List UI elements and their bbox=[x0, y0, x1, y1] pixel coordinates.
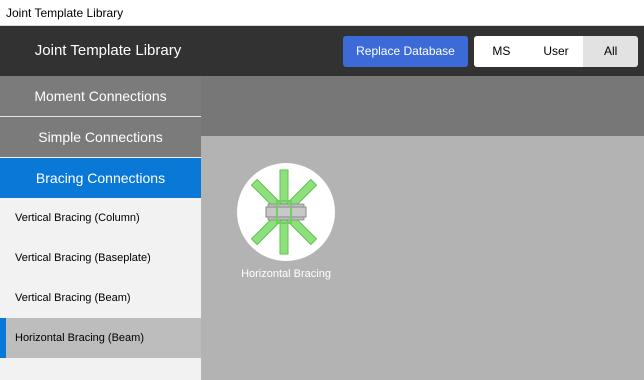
sidebar-item-label: Vertical Bracing (Beam) bbox=[15, 292, 131, 304]
horizontal-bracing-icon bbox=[250, 169, 318, 255]
filter-all-button[interactable]: All bbox=[583, 36, 638, 67]
header-title: Joint Template Library bbox=[34, 42, 182, 59]
app-header: Joint Template Library Replace Database … bbox=[0, 26, 644, 76]
template-tile-horizontal-bracing[interactable]: Horizontal Bracing bbox=[230, 163, 342, 287]
sidebar-item-label: Vertical Bracing (Baseplate) bbox=[15, 252, 151, 264]
sidebar-item-label: Vertical Bracing (Column) bbox=[15, 212, 140, 224]
window-title: Joint Template Library bbox=[6, 6, 124, 20]
category-moment-connections[interactable]: Moment Connections bbox=[0, 76, 201, 117]
sidebar-item-vertical-bracing-column[interactable]: Vertical Bracing (Column) bbox=[0, 198, 201, 238]
sidebar-item-vertical-bracing-baseplate[interactable]: Vertical Bracing (Baseplate) bbox=[0, 238, 201, 278]
window-titlebar: Joint Template Library bbox=[0, 0, 644, 26]
replace-database-button[interactable]: Replace Database bbox=[343, 36, 468, 67]
sidebar: Moment Connections Simple Connections Br… bbox=[0, 76, 201, 380]
filter-user-button[interactable]: User bbox=[528, 36, 584, 67]
template-label: Horizontal Bracing bbox=[241, 268, 331, 280]
category-simple-connections[interactable]: Simple Connections bbox=[0, 117, 201, 157]
template-thumbnail bbox=[237, 163, 335, 261]
filter-ms-button[interactable]: MS bbox=[474, 36, 529, 67]
content-header-band bbox=[201, 76, 644, 136]
source-filter-group: MS User All bbox=[474, 36, 638, 67]
selection-marker bbox=[0, 318, 6, 358]
sidebar-item-horizontal-bracing-beam[interactable]: Horizontal Bracing (Beam) bbox=[0, 318, 201, 358]
sidebar-item-label: Horizontal Bracing (Beam) bbox=[15, 332, 144, 344]
category-bracing-connections[interactable]: Bracing Connections bbox=[0, 158, 201, 198]
sidebar-item-vertical-bracing-beam[interactable]: Vertical Bracing (Beam) bbox=[0, 278, 201, 318]
